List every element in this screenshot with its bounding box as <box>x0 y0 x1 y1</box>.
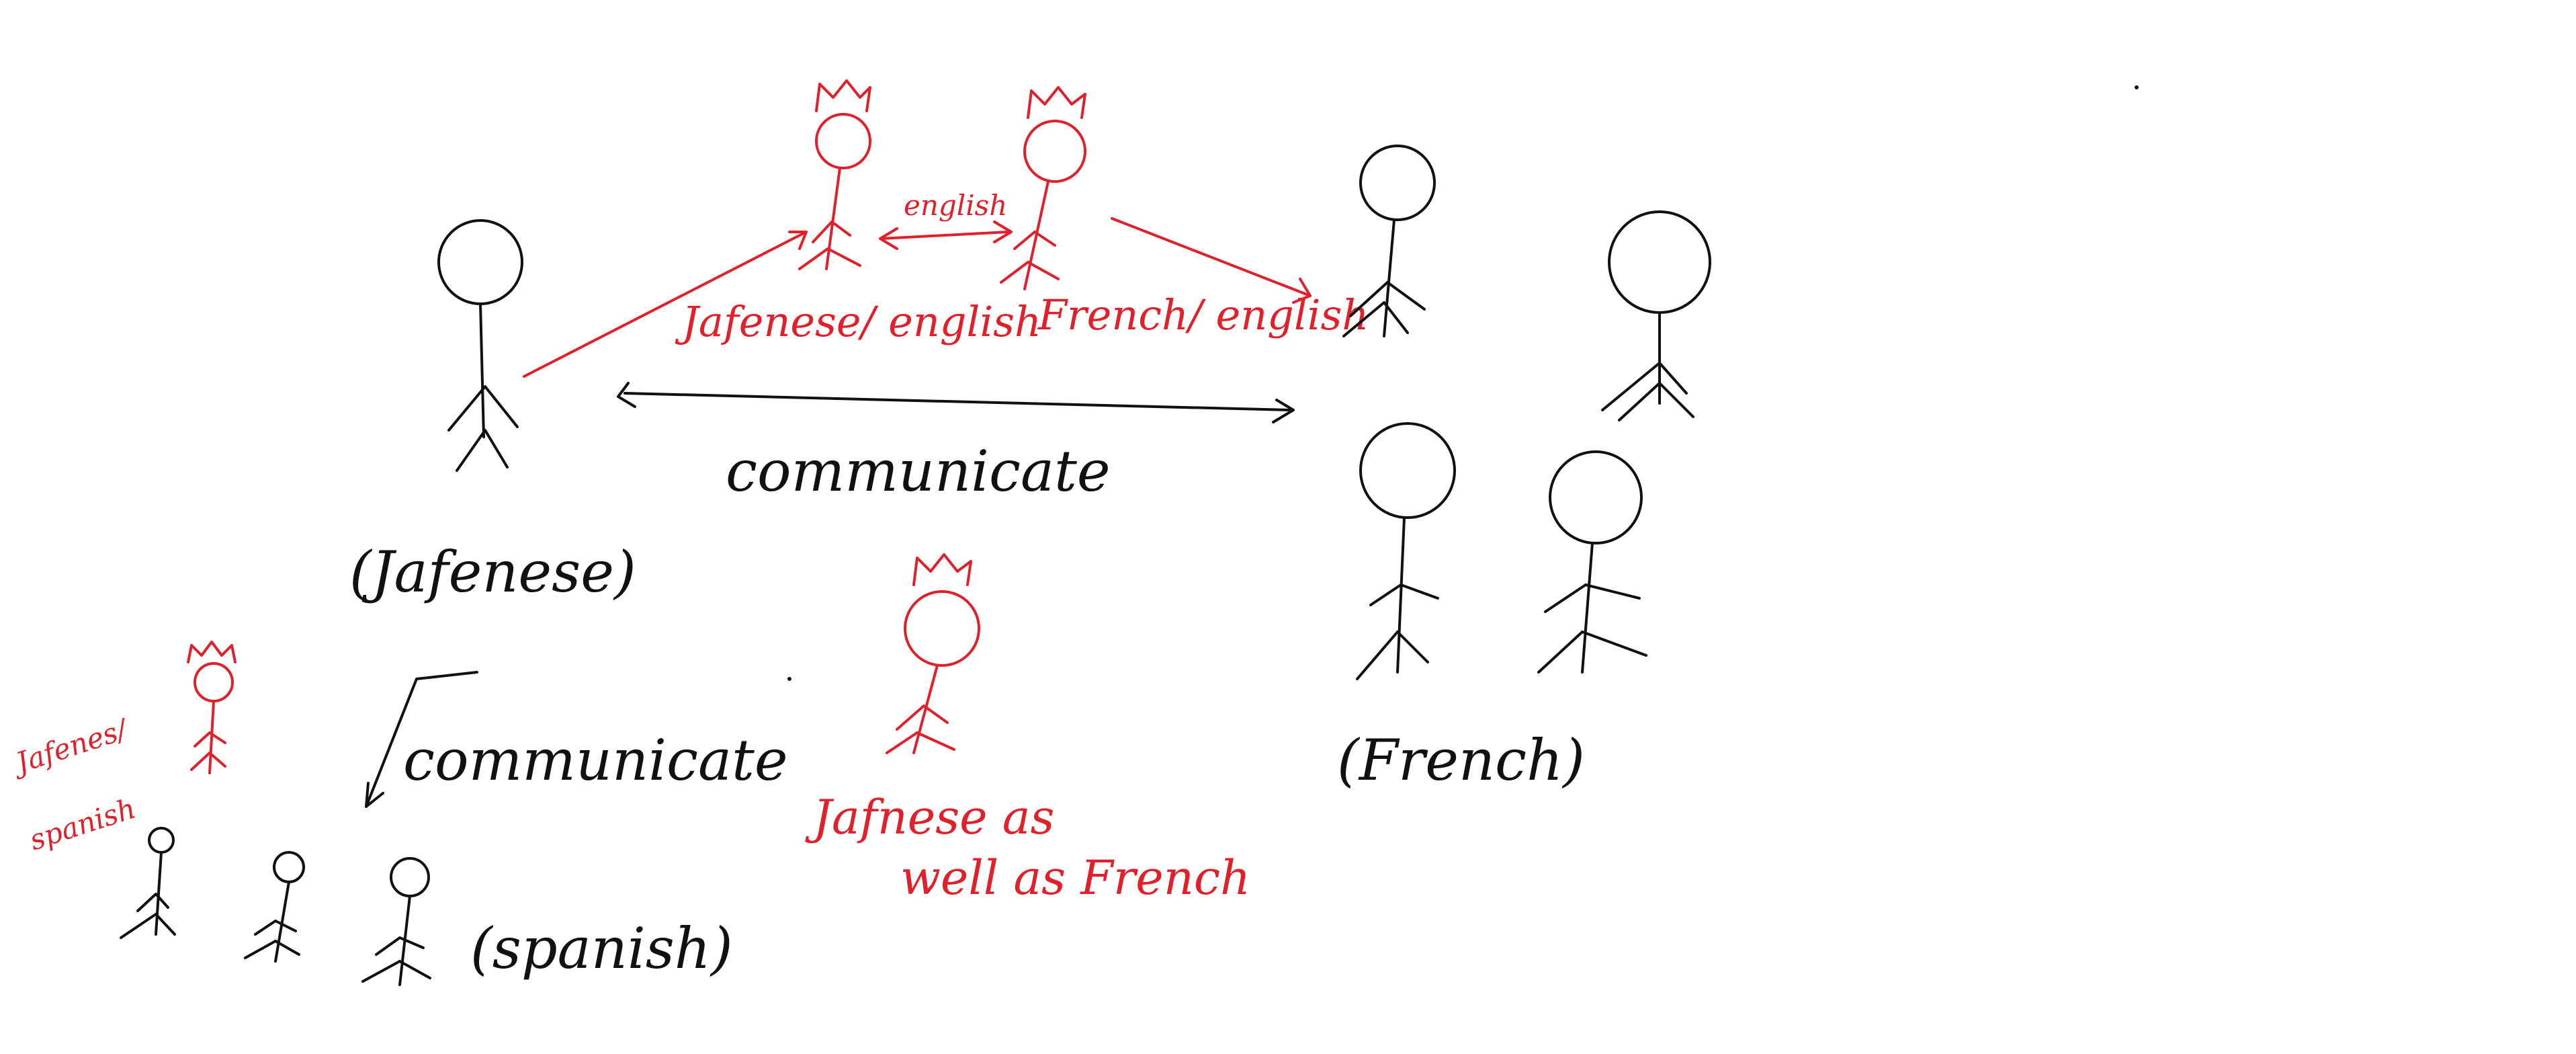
french-person-4 <box>1537 450 1647 674</box>
translators-english-link-arrow <box>879 220 1013 250</box>
japanese-spanish-link-label: communicate <box>403 727 788 793</box>
fr-en-translator-label: French/ english <box>1037 290 1369 339</box>
french-person-2 <box>1601 210 1711 421</box>
spanish-person-3 <box>361 857 431 986</box>
crown-icon <box>815 79 871 112</box>
fr-en-translator <box>1000 86 1086 290</box>
jp-es-translator-label-1: Jafenes/ <box>7 712 133 781</box>
translators-english-link-label: english <box>904 189 1007 222</box>
spanish-group-label: (spanish) <box>470 916 733 981</box>
spanish-person-1 <box>120 827 176 939</box>
jp-fr-translator-label-2: well as French <box>900 850 1250 905</box>
japanese-french-link-label: communicate <box>726 438 1111 504</box>
spanish-person-2 <box>244 851 305 963</box>
whiteboard-canvas: (Jafenese) communicate (spanish) Jafenes… <box>7 79 2139 986</box>
crown-icon <box>912 553 972 586</box>
jp-en-translator <box>798 79 871 270</box>
stray-dot <box>787 677 791 681</box>
french-person-3 <box>1356 422 1456 680</box>
jp-fr-translator <box>886 553 980 754</box>
jp-es-translator <box>187 641 237 774</box>
japanese-group-label: (Jafenese) <box>349 539 636 605</box>
japanese-person <box>437 219 523 472</box>
jp-en-translator-label: Jafenese/ english <box>675 297 1041 346</box>
crown-icon <box>187 641 237 663</box>
stray-dot <box>2135 85 2139 89</box>
jp-es-translator-label-2: spanish <box>26 792 140 857</box>
japanese-french-arrow <box>617 382 1295 423</box>
french-group-label: (French) <box>1337 727 1585 793</box>
jp-fr-translator-label-1: Jafnese as <box>805 790 1054 845</box>
crown-icon <box>1027 86 1086 119</box>
